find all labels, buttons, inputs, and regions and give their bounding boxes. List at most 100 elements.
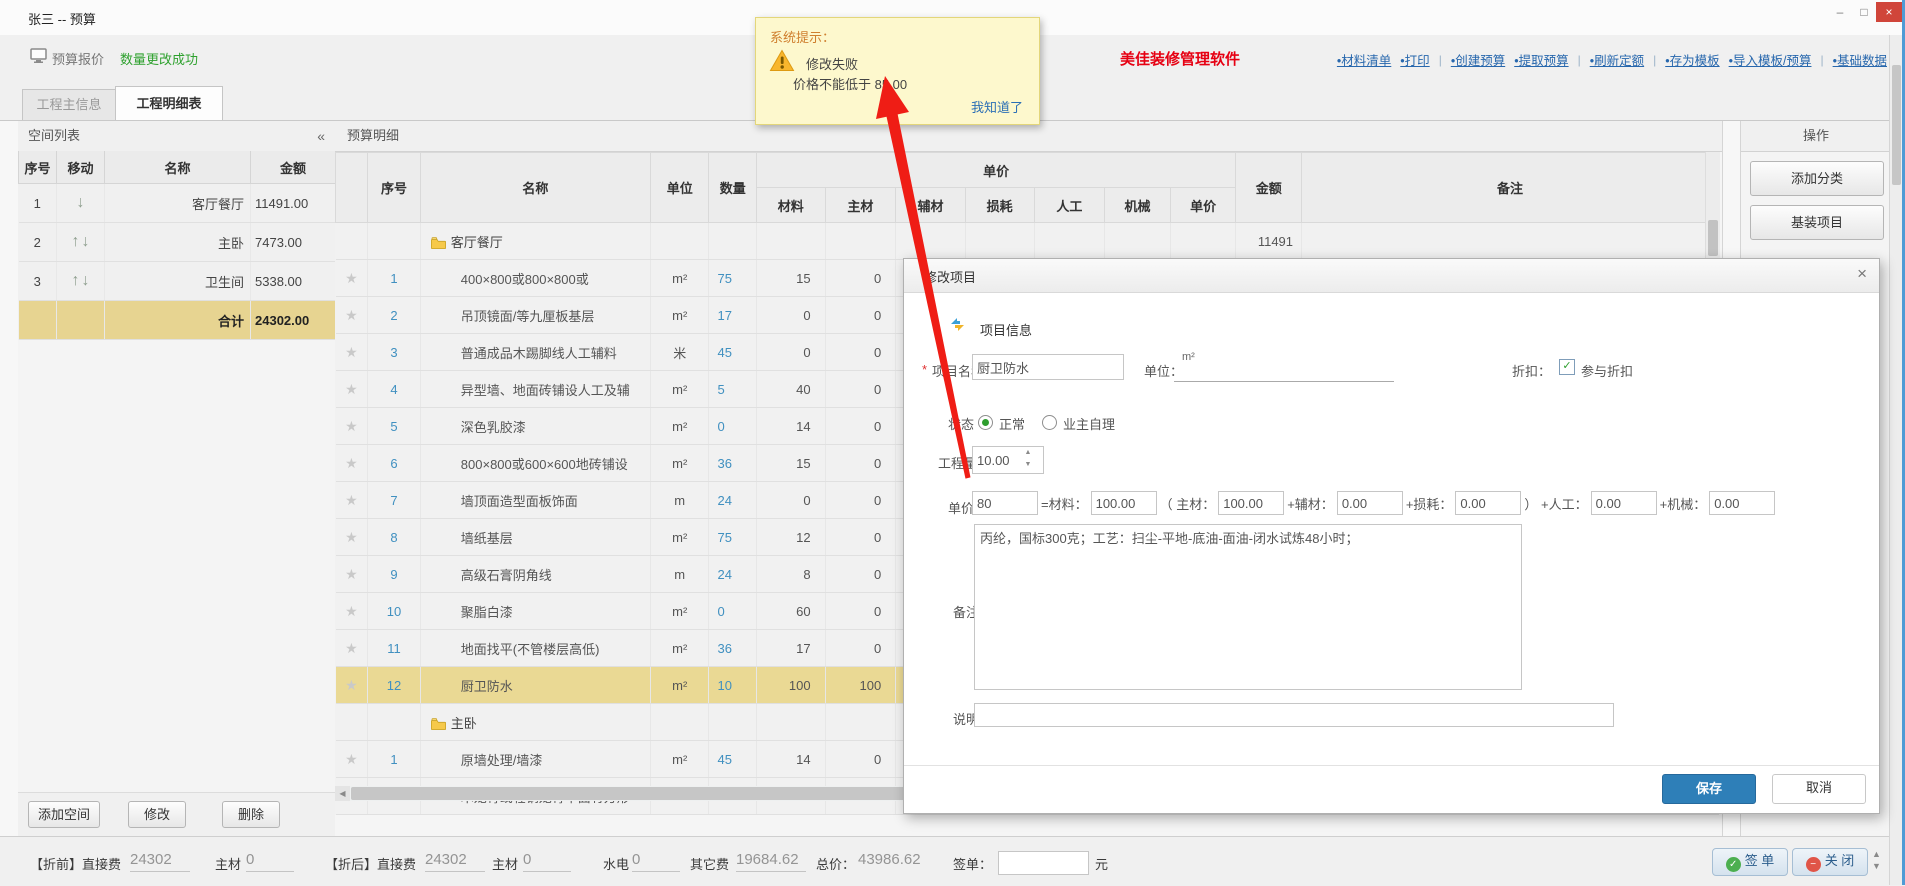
item-main-material: 0 <box>825 593 896 630</box>
item-no-link[interactable]: 5 <box>368 408 420 445</box>
sign-amount-input[interactable] <box>998 851 1089 875</box>
folder-icon <box>431 235 446 250</box>
maximize-button[interactable]: □ <box>1852 2 1876 22</box>
space-row[interactable]: 3↑↓卫生间5338.00 <box>19 262 336 301</box>
move-up-icon[interactable]: ↑ <box>71 272 81 289</box>
move-up-icon[interactable]: ↑ <box>71 233 81 250</box>
aux-material-input[interactable] <box>1337 491 1403 515</box>
favorite-star-icon[interactable]: ★ <box>336 334 368 371</box>
item-qty: 0 <box>709 593 756 630</box>
cancel-button[interactable]: 取消 <box>1772 774 1866 804</box>
favorite-star-icon[interactable]: ★ <box>336 556 368 593</box>
toolbar-link[interactable]: •打印 <box>1400 50 1429 69</box>
item-no-link[interactable]: 3 <box>368 334 420 371</box>
loss-input[interactable] <box>1455 491 1521 515</box>
item-no-link[interactable]: 11 <box>368 630 420 667</box>
item-main-material: 0 <box>825 630 896 667</box>
plus-loss-label: +损耗： <box>1406 494 1453 513</box>
scrollbar-thumb[interactable] <box>1892 65 1901 185</box>
post-main-value: 0 <box>523 851 571 872</box>
unit-input[interactable] <box>1174 355 1394 382</box>
brand-text: 美佳装修管理软件 <box>1120 48 1240 69</box>
toolbar-link[interactable]: •提取预算 <box>1514 50 1568 69</box>
toolbar-link[interactable]: •刷新定额 <box>1590 50 1644 69</box>
status-owner-radio[interactable] <box>1042 415 1057 430</box>
item-no-link[interactable]: 12 <box>368 667 420 704</box>
minimize-button[interactable]: – <box>1828 2 1852 22</box>
scroll-up-down-icons[interactable]: ▲▼ <box>1872 848 1881 872</box>
tab-detail-sheet[interactable]: 工程明细表 <box>115 86 223 120</box>
scroll-left-icon[interactable]: ◀ <box>335 786 350 801</box>
toolbar-link[interactable]: •创建预算 <box>1451 50 1505 69</box>
add-category-button[interactable]: 添加分类 <box>1750 161 1884 196</box>
favorite-star-icon[interactable]: ★ <box>336 630 368 667</box>
item-qty: 24 <box>709 482 756 519</box>
space-row[interactable]: 2↑↓主卧7473.00 <box>19 223 336 262</box>
toolbar-link[interactable]: •导入模板/预算 <box>1729 50 1812 69</box>
discount-checkbox[interactable]: ✓ <box>1559 359 1575 375</box>
toolbar-links: •材料清单•打印|•创建预算•提取预算|•刷新定额|•存为模板•导入模板/预算|… <box>1337 50 1887 69</box>
toolbar-link[interactable]: •材料清单 <box>1337 50 1391 69</box>
description-input[interactable] <box>974 703 1614 727</box>
footer-divider <box>904 765 1879 766</box>
item-main-material: 0 <box>825 556 896 593</box>
stepper-arrows-icon[interactable]: ▲▼ <box>1022 447 1034 473</box>
page-vertical-scrollbar[interactable] <box>1889 35 1903 885</box>
item-no-link[interactable]: 4 <box>368 371 420 408</box>
favorite-star-icon[interactable]: ★ <box>336 260 368 297</box>
favorite-star-icon[interactable]: ★ <box>336 371 368 408</box>
unit-price-input[interactable] <box>972 491 1038 515</box>
favorite-star-icon[interactable]: ★ <box>336 445 368 482</box>
favorite-star-icon[interactable]: ★ <box>336 408 368 445</box>
item-name-input[interactable] <box>972 354 1124 380</box>
item-no-link[interactable]: 6 <box>368 445 420 482</box>
dialog-header[interactable]: 修改项目 × <box>904 259 1879 293</box>
alert-dismiss-link[interactable]: 我知道了 <box>971 97 1023 116</box>
base-items-button[interactable]: 基装项目 <box>1750 205 1884 240</box>
item-no-link[interactable]: 2 <box>368 297 420 334</box>
space-row[interactable]: 1↓客厅餐厅11491.00 <box>19 184 336 223</box>
status-normal-radio[interactable] <box>978 415 993 430</box>
group-row[interactable]: 客厅餐厅11491 <box>336 223 1719 260</box>
water-electric-label: 水电 <box>603 854 629 873</box>
favorite-star-icon[interactable]: ★ <box>336 482 368 519</box>
item-no-link[interactable]: 1 <box>368 260 420 297</box>
toolbar-link[interactable]: •基础数据 <box>1833 50 1887 69</box>
move-down-icon[interactable]: ↓ <box>76 194 86 211</box>
edit-space-button[interactable]: 修改 <box>128 801 186 828</box>
machine-input[interactable] <box>1709 491 1775 515</box>
sign-order-button[interactable]: ✓签 单 <box>1712 848 1788 876</box>
favorite-star-icon[interactable]: ★ <box>336 667 368 704</box>
item-material: 0 <box>756 297 825 334</box>
remark-textarea[interactable]: 丙纶，国标300克；工艺：扫尘-平地-底油-面油-闭水试炼48小时； <box>974 524 1522 690</box>
collapse-icon[interactable]: « <box>317 121 325 151</box>
tab-main-info[interactable]: 工程主信息 <box>22 89 116 120</box>
add-space-button[interactable]: 添加空间 <box>28 801 100 828</box>
close-order-button[interactable]: −关 闭 <box>1792 848 1868 876</box>
item-no-link[interactable]: 7 <box>368 482 420 519</box>
dialog-title: 修改项目 <box>924 267 976 286</box>
item-material: 15 <box>756 260 825 297</box>
move-down-icon[interactable]: ↓ <box>81 272 91 289</box>
space-row-name: 主卧 <box>105 223 251 262</box>
group-amount: 11491 <box>1236 223 1302 260</box>
favorite-star-icon[interactable]: ★ <box>336 741 368 778</box>
delete-space-button[interactable]: 删除 <box>222 801 280 828</box>
item-unit: 米 <box>650 334 709 371</box>
favorite-star-icon[interactable]: ★ <box>336 519 368 556</box>
main-material-input[interactable] <box>1218 491 1284 515</box>
item-no-link[interactable]: 1 <box>368 741 420 778</box>
labor-input[interactable] <box>1591 491 1657 515</box>
dialog-close-icon[interactable]: × <box>1857 264 1867 284</box>
favorite-star-icon[interactable]: ★ <box>336 297 368 334</box>
material-input[interactable] <box>1091 491 1157 515</box>
move-down-icon[interactable]: ↓ <box>81 233 91 250</box>
close-button[interactable]: × <box>1876 2 1902 22</box>
favorite-star-icon[interactable]: ★ <box>336 593 368 630</box>
toolbar-link[interactable]: •存为模板 <box>1665 50 1719 69</box>
item-no-link[interactable]: 9 <box>368 556 420 593</box>
scrollbar-thumb[interactable] <box>1708 220 1718 256</box>
item-no-link[interactable]: 10 <box>368 593 420 630</box>
save-button[interactable]: 保存 <box>1662 774 1756 804</box>
item-no-link[interactable]: 8 <box>368 519 420 556</box>
